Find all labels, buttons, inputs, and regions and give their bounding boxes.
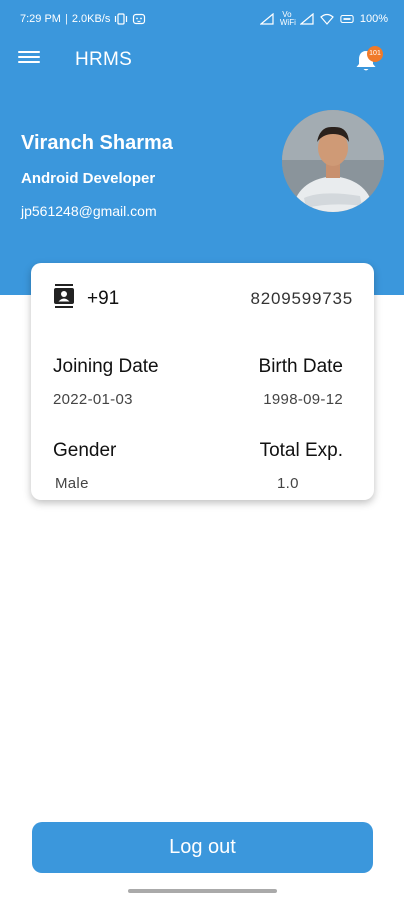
signal-icon-2 <box>299 13 314 25</box>
joining-date-value: 2022-01-03 <box>53 391 133 408</box>
profile-role: Android Developer <box>21 170 156 187</box>
home-indicator <box>128 889 277 893</box>
battery-saver-icon <box>340 14 354 24</box>
total-exp-label: Total Exp. <box>259 440 343 461</box>
profile-name: Viranch Sharma <box>21 132 173 154</box>
notification-count-badge: 101 <box>367 46 383 62</box>
app-title: HRMS <box>75 49 133 70</box>
app-toolbar: HRMS 101 <box>0 36 404 84</box>
total-exp-value: 1.0 <box>277 475 299 492</box>
cat-face-icon <box>133 13 146 25</box>
network-speed: 2.0KB/s <box>71 13 111 25</box>
phone-number: 8209599735 <box>250 289 353 308</box>
gender-label: Gender <box>53 440 117 461</box>
birth-date-value: 1998-09-12 <box>263 391 343 408</box>
logout-button[interactable]: Log out <box>32 822 373 873</box>
status-time: 7:29 PM <box>20 13 61 25</box>
joining-date-label: Joining Date <box>53 356 159 377</box>
wifi-icon <box>320 13 334 25</box>
phone-country-code: +91 <box>87 288 120 309</box>
signal-icon <box>259 13 274 25</box>
battery-level: 100% <box>359 13 388 25</box>
status-bar: 7:29 PM | 2.0KB/s Vo WiFi 100% <box>0 0 404 36</box>
profile-email: jp561248@gmail.com <box>21 203 157 219</box>
hamburger-menu-icon[interactable] <box>18 48 40 70</box>
birth-date-label: Birth Date <box>258 356 343 377</box>
employee-info-card: +91 8209599735 Joining Date 2022-01-03 B… <box>31 263 374 500</box>
vowifi-label: Vo WiFi <box>279 10 296 27</box>
gender-value: Male <box>55 475 89 492</box>
avatar <box>282 110 384 212</box>
notification-button[interactable]: 101 <box>352 44 383 74</box>
status-separator: | <box>64 13 68 25</box>
contact-card-icon <box>54 284 74 308</box>
vibrate-icon <box>115 13 128 25</box>
